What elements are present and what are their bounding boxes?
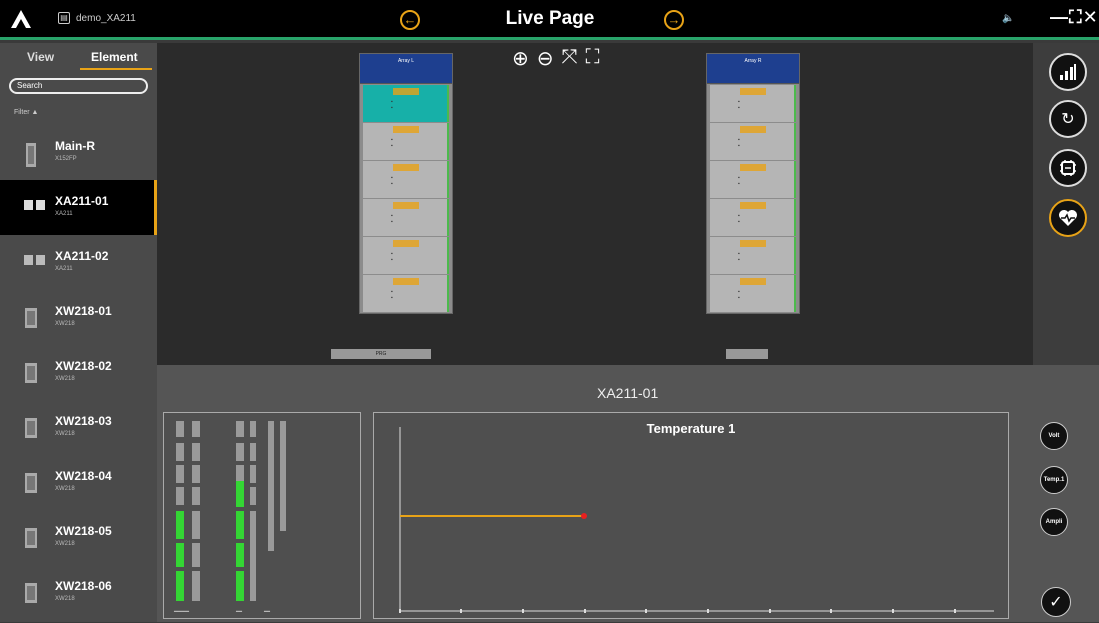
device-dual-icon <box>24 200 45 210</box>
device-name: XW218-05 <box>55 524 112 538</box>
detail-panel: XA211-01 ━━━━━ ━━ ━━ Temperature 1 Volt … <box>157 365 1099 622</box>
rack-slot[interactable]: ▪ ▪ <box>363 199 449 236</box>
active-tab-underline <box>80 68 152 70</box>
right-toolbar: ↻ <box>1033 43 1099 365</box>
device-speaker-icon <box>25 418 37 438</box>
rack-header: Array L <box>360 54 452 84</box>
rack-right-tab[interactable] <box>726 349 768 359</box>
rack-slot[interactable]: ▪ ▪ <box>710 199 796 236</box>
zoom-out-icon[interactable]: ⊖ <box>537 46 554 71</box>
rack-slot[interactable]: ▪ ▪ <box>710 161 796 198</box>
confirm-check-icon[interactable]: ✓ <box>1041 587 1071 617</box>
rack-slot[interactable]: ▪ ▪ <box>363 237 449 274</box>
device-tower-icon <box>26 143 36 167</box>
zoom-in-icon[interactable]: ⊕ <box>512 46 529 71</box>
device-model: XW218 <box>55 321 75 327</box>
device-name: Main-R <box>55 139 95 153</box>
app-logo-icon <box>11 10 31 28</box>
device-speaker-icon <box>25 308 37 328</box>
health-monitor-icon[interactable] <box>1049 199 1087 237</box>
device-model: XA211 <box>55 266 73 272</box>
search-input[interactable]: Search <box>9 78 148 94</box>
meter-panel: ━━━━━ ━━ ━━ <box>163 412 361 619</box>
next-page-button[interactable]: → <box>664 10 684 30</box>
volt-button[interactable]: Volt <box>1040 422 1068 450</box>
rack-slot[interactable]: ▪ ▪ <box>710 123 796 160</box>
device-name: XA211-02 <box>55 249 109 263</box>
fit-view-icon[interactable]: ⤧ <box>562 46 578 71</box>
tab-view[interactable]: View <box>27 50 54 64</box>
rack-slot[interactable]: ▪ ▪ <box>710 85 796 122</box>
file-icon: ▤ <box>58 12 70 24</box>
temperature-chart: Temperature 1 <box>373 412 1009 619</box>
rack-slot[interactable]: ▪ ▪ <box>363 161 449 198</box>
device-item[interactable]: XA211-02 XA211 <box>0 235 157 290</box>
rack-slot[interactable]: ▪ ▪ <box>363 123 449 160</box>
tab-element[interactable]: Element <box>91 50 138 64</box>
device-name: XA211-01 <box>55 194 109 208</box>
speaker-icon[interactable]: 🔈 <box>1002 13 1014 24</box>
temp1-button[interactable]: Temp.1 <box>1040 466 1068 494</box>
filter-toggle[interactable]: Filter ▲ <box>14 109 38 116</box>
device-list: Main-R X152FP XA211-01 XA211 XA211-02 XA… <box>0 125 157 620</box>
device-model: X152FP <box>55 156 77 162</box>
device-item-selected[interactable]: XA211-01 XA211 <box>0 180 157 235</box>
device-item[interactable]: XW218-03 XW218 <box>0 400 157 455</box>
page-title: Live Page <box>505 8 595 29</box>
rack-right[interactable]: Array R ▪ ▪ ▪ ▪ ▪ ▪ ▪ ▪ ▪ ▪ ▪ ▪ <box>706 53 800 314</box>
sidebar-tabs: View Element <box>0 43 157 73</box>
level-meters: ━━━━━ ━━ ━━ <box>173 421 286 615</box>
device-name: XW218-02 <box>55 359 112 373</box>
rack-left[interactable]: Array L ▪ ▪ ▪ ▪ ▪ ▪ ▪ ▪ ▪ ▪ ▪ ▪ <box>359 53 453 314</box>
rack-slot[interactable]: ▪ ▪ <box>710 237 796 274</box>
device-model: XW218 <box>55 541 75 547</box>
previous-page-button[interactable]: ← <box>400 10 420 30</box>
signal-bars-icon[interactable] <box>1049 53 1087 91</box>
file-name[interactable]: ▤ demo_XA211 <box>58 12 136 24</box>
device-speaker-icon <box>25 473 37 493</box>
zoom-toolbar: ⊕ ⊖ ⤧ ⛶ <box>512 46 600 71</box>
device-model: XA211 <box>55 211 73 217</box>
device-item[interactable]: XW218-05 XW218 <box>0 510 157 565</box>
rack-header: Array R <box>707 54 799 84</box>
device-name: XW218-06 <box>55 579 112 593</box>
current-point <box>581 513 587 519</box>
device-speaker-icon <box>25 363 37 383</box>
device-item[interactable]: XW218-06 XW218 <box>0 565 157 620</box>
svg-text:━━: ━━ <box>263 609 271 615</box>
sidebar: View Element Search Filter ▲ Main-R X152… <box>0 43 157 622</box>
rack-slot-selected[interactable]: ▪ ▪ <box>363 85 449 122</box>
rack-canvas[interactable]: ⊕ ⊖ ⤧ ⛶ Array L ▪ ▪ ▪ ▪ ▪ ▪ ▪ ▪ ▪ ▪ ▪ ▪ PRG Ar… <box>157 43 1033 365</box>
svg-text:━━: ━━ <box>235 609 243 615</box>
rack-slot[interactable]: ▪ ▪ <box>710 275 796 312</box>
rack-slot[interactable]: ▪ ▪ <box>363 275 449 312</box>
device-speaker-icon <box>25 583 37 603</box>
rack-left-tab[interactable]: PRG <box>331 349 431 359</box>
history-icon[interactable]: ↻ <box>1049 100 1087 138</box>
chart-title: Temperature 1 <box>646 421 736 436</box>
device-name: XW218-04 <box>55 469 112 483</box>
device-model: XW218 <box>55 376 75 382</box>
top-bar: ▤ demo_XA211 ← Live Page → 🔈 —⛶✕ <box>0 0 1099 40</box>
temperature-plot <box>399 427 994 613</box>
device-model: XW218 <box>55 486 75 492</box>
device-model: XW218 <box>55 596 75 602</box>
processor-icon[interactable] <box>1049 149 1087 187</box>
device-model: XW218 <box>55 431 75 437</box>
device-item[interactable]: XW218-01 XW218 <box>0 290 157 345</box>
fullscreen-icon[interactable]: ⛶ <box>586 46 600 71</box>
device-item[interactable]: Main-R X152FP <box>0 125 157 180</box>
device-name: XW218-03 <box>55 414 112 428</box>
ampli-button[interactable]: Ampli <box>1040 508 1068 536</box>
selected-device-title: XA211-01 <box>597 385 659 401</box>
device-item[interactable]: XW218-04 XW218 <box>0 455 157 510</box>
device-speaker-icon <box>25 528 37 548</box>
window-controls[interactable]: —⛶✕ <box>1050 7 1099 28</box>
svg-text:━━━━━: ━━━━━ <box>173 609 190 615</box>
device-item[interactable]: XW218-02 XW218 <box>0 345 157 400</box>
device-dual-icon <box>24 255 45 265</box>
device-name: XW218-01 <box>55 304 112 318</box>
